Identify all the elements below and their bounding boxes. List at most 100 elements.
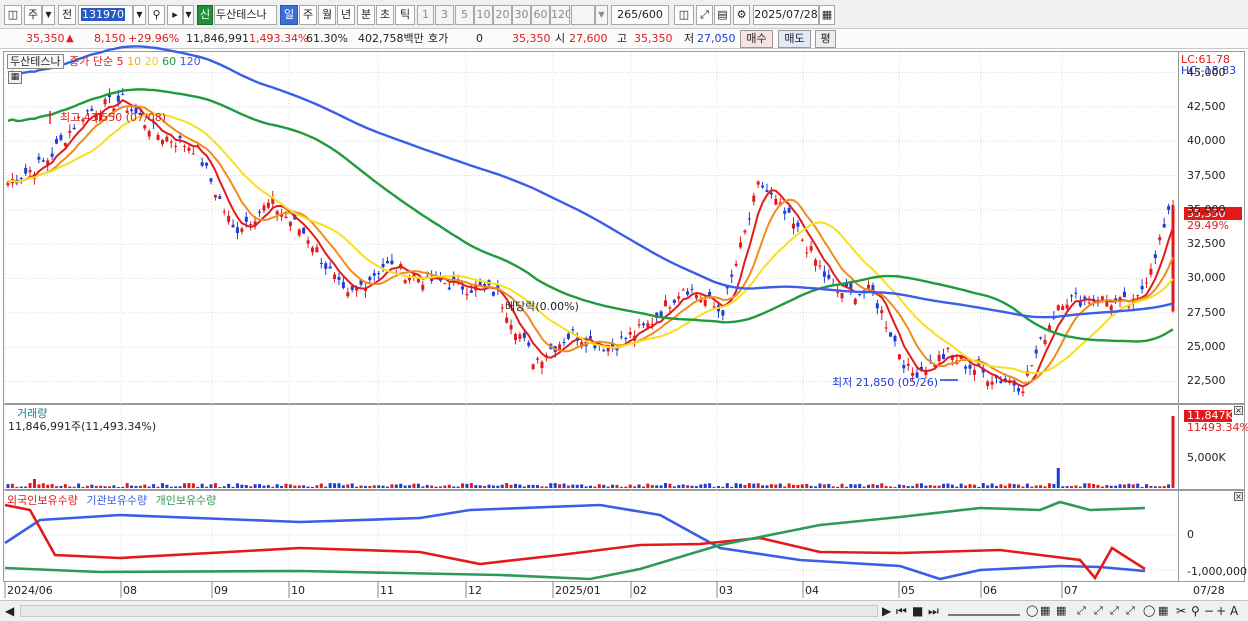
volume-bar (138, 485, 142, 488)
volume-bar (68, 486, 72, 488)
candle-body (897, 354, 901, 360)
candle-body (694, 294, 698, 299)
scroll-left-icon[interactable]: ◀ (5, 604, 14, 618)
zoom-in-icon[interactable]: + (1216, 604, 1226, 618)
volume-bar (107, 486, 111, 488)
scroll-track[interactable] (20, 605, 878, 617)
candle-body (765, 190, 769, 192)
candle-body (628, 332, 632, 335)
volume-bar (1114, 485, 1118, 488)
volume-bar (297, 485, 301, 488)
candle-body (972, 369, 976, 375)
candle-body (328, 266, 332, 269)
candle-body (942, 354, 946, 360)
volume-bar (633, 486, 637, 488)
candle-body (703, 299, 707, 306)
candle-body (1162, 223, 1166, 228)
grid-toggle-icon[interactable]: ▦ (8, 71, 22, 84)
tool-h-icon[interactable]: ▦ (1158, 604, 1168, 618)
scroll-right-icon[interactable]: ▶ (882, 604, 891, 618)
volume-bar (809, 485, 813, 488)
volume-bar (1061, 486, 1065, 488)
legend-stock[interactable]: 두산테스나 (7, 54, 64, 69)
legend-foreign: 외국인보유수량 (7, 494, 78, 507)
tool-g-icon[interactable]: ◯ (1143, 604, 1155, 618)
volume-bar (271, 486, 275, 488)
volume-bar (950, 484, 954, 488)
volume-bar (1127, 483, 1131, 488)
close-icon[interactable]: × (1234, 406, 1243, 415)
candle-body (1149, 268, 1153, 275)
candle-body (37, 156, 41, 160)
volume-bar (611, 484, 615, 488)
candle-body (443, 283, 447, 285)
volume-bar (315, 485, 319, 488)
candle-body (258, 211, 262, 213)
volume-bar (933, 485, 937, 488)
volume-bar (1078, 486, 1082, 488)
candle-body (853, 298, 857, 305)
candle-body (571, 329, 575, 331)
tool-b-icon[interactable]: ▦ (1056, 604, 1066, 618)
candle-body (619, 336, 623, 338)
close-holdings-icon[interactable]: × (1234, 492, 1243, 501)
volume-bar (1105, 484, 1109, 488)
volume-bar (513, 483, 517, 488)
tool-d-icon[interactable]: ⤢ (1094, 604, 1103, 618)
volume-bar (1074, 485, 1078, 488)
zoom-reset-icon[interactable]: ◯ (1026, 604, 1038, 618)
candle-body (68, 130, 72, 133)
volume-bar (619, 486, 623, 488)
stop-icon[interactable]: ■ (912, 604, 923, 618)
volume-bar (438, 486, 442, 488)
candle-body (275, 211, 279, 215)
candle-body (1109, 305, 1113, 311)
candle-body (743, 230, 747, 233)
volume-bar (1092, 483, 1096, 488)
tool-f-icon[interactable]: ⤢ (1126, 604, 1135, 618)
candle-body (183, 146, 187, 148)
candle-body (174, 145, 178, 147)
volume-bar (1003, 485, 1007, 488)
volume-bar (32, 479, 36, 488)
volume-bar (814, 486, 818, 488)
tool-e-icon[interactable]: ⤢ (1110, 604, 1119, 618)
candle-body (372, 273, 376, 276)
volume-bar (818, 483, 822, 488)
volume-bar (341, 485, 345, 488)
volume-bar (275, 484, 279, 488)
zoom-out-icon[interactable]: − (1204, 604, 1214, 618)
candle-body (1158, 237, 1162, 241)
candle-body (346, 292, 350, 297)
candle-body (63, 142, 67, 147)
volume-bar (430, 485, 434, 488)
high-note: 최고 43,550 (07/08) (60, 111, 167, 124)
volume-bar (646, 483, 650, 488)
volume-bar (235, 483, 239, 488)
font-size-icon[interactable]: A (1230, 604, 1238, 618)
volume-bar (1065, 486, 1069, 488)
forward-icon[interactable]: ⏭ (928, 604, 939, 618)
tool-a-icon[interactable]: ▦ (1040, 604, 1050, 618)
dividend-note: 배당락(0.00%) (505, 300, 579, 313)
tool-c-icon[interactable]: ⤢ (1077, 604, 1086, 618)
volume-bar (522, 486, 526, 488)
volume-bar (363, 485, 367, 488)
rewind-icon[interactable]: ⏮ (896, 604, 907, 618)
legend-ma5: 5 (116, 55, 124, 68)
scissors-icon[interactable]: ✂ (1176, 604, 1186, 618)
volume-bar (1136, 483, 1140, 488)
volume-bar (399, 483, 403, 488)
volume-bar (659, 485, 663, 488)
volume-bar (999, 484, 1003, 488)
zoom-slider[interactable] (948, 606, 1020, 616)
volume-bar (249, 486, 253, 488)
volume-bar (469, 483, 473, 488)
volume-bar (337, 483, 341, 488)
holdings-line (4, 503, 1146, 581)
legend-ma20: 20 (144, 55, 159, 68)
volume-bar (187, 483, 191, 488)
candle-body (218, 196, 222, 199)
zoom-search-icon[interactable]: ⚲ (1191, 604, 1200, 618)
volume-bar (244, 485, 248, 488)
